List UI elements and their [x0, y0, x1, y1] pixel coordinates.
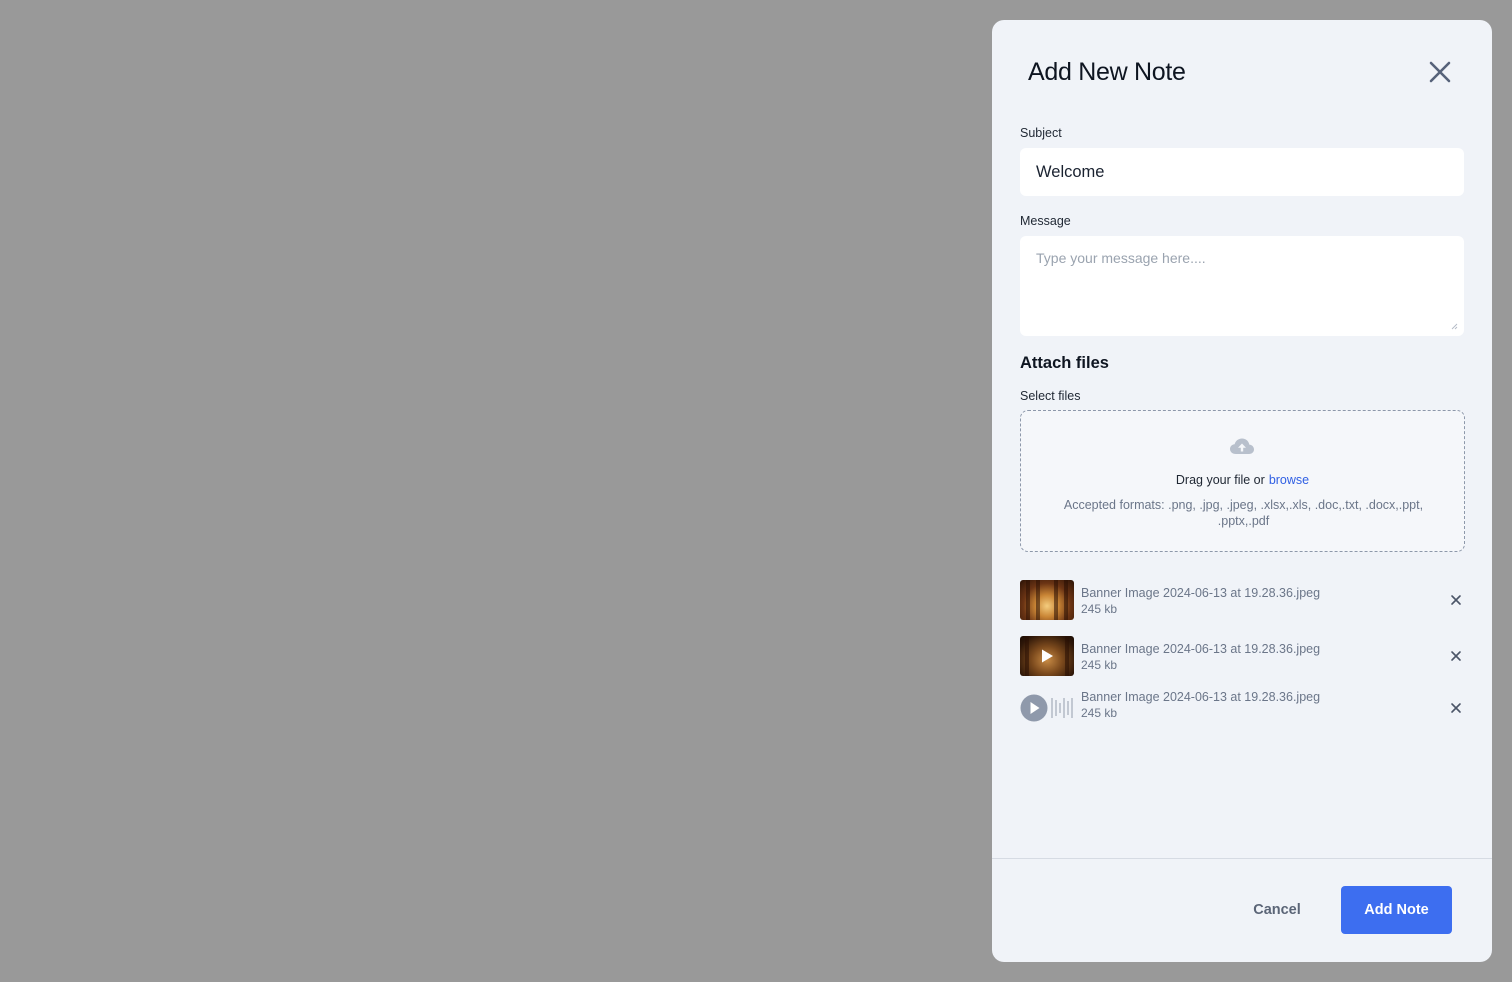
file-item: Banner Image 2024-06-13 at 19.28.36.jpeg…: [1020, 688, 1466, 730]
resize-grip-icon[interactable]: [1450, 322, 1458, 330]
video-thumbnail: [1020, 636, 1074, 676]
file-dropzone[interactable]: Drag your file or browse Accepted formats…: [1020, 410, 1465, 552]
file-name: Banner Image 2024-06-13 at 19.28.36.jpeg: [1081, 690, 1321, 704]
subject-value: Welcome: [1036, 162, 1105, 181]
subject-input[interactable]: Welcome: [1020, 148, 1464, 196]
subject-label: Subject: [1020, 126, 1062, 140]
remove-file-icon[interactable]: [1450, 650, 1462, 662]
file-size: 245 kb: [1081, 602, 1118, 616]
dialog-title: Add New Note: [1028, 58, 1186, 86]
attach-files-heading: Attach files: [1020, 354, 1109, 372]
drag-text: Drag your file or: [1175, 473, 1265, 487]
footer-divider: [992, 858, 1492, 859]
remove-file-icon[interactable]: [1450, 594, 1462, 606]
add-note-drawer: Add New Note Subject Welcome Message Typ…: [992, 20, 1492, 962]
drag-text-line: Drag your file or browse: [1021, 473, 1464, 487]
message-textarea[interactable]: Type your message here....: [1020, 236, 1464, 336]
cancel-button[interactable]: Cancel: [1240, 886, 1314, 934]
play-icon[interactable]: [1040, 648, 1054, 664]
file-name: Banner Image 2024-06-13 at 19.28.36.jpeg: [1081, 586, 1321, 600]
audio-waveform-icon: [1020, 694, 1073, 722]
add-note-button[interactable]: Add Note: [1341, 886, 1452, 934]
message-label: Message: [1020, 214, 1071, 228]
browse-link[interactable]: browse: [1269, 473, 1309, 487]
select-files-label: Select files: [1020, 389, 1081, 403]
file-size: 245 kb: [1081, 706, 1118, 720]
file-item: Banner Image 2024-06-13 at 19.28.36.jpeg…: [1020, 636, 1466, 678]
close-icon[interactable]: [1427, 59, 1453, 85]
cloud-upload-icon: [1230, 438, 1254, 454]
file-size: 245 kb: [1081, 658, 1118, 672]
file-name: Banner Image 2024-06-13 at 19.28.36.jpeg: [1081, 642, 1321, 656]
message-placeholder: Type your message here....: [1036, 250, 1206, 266]
accepted-formats: Accepted formats: .png, .jpg, .jpeg, .xl…: [1063, 498, 1424, 528]
remove-file-icon[interactable]: [1450, 702, 1462, 714]
file-item: Banner Image 2024-06-13 at 19.28.36.jpeg…: [1020, 580, 1466, 622]
file-thumbnail: [1020, 580, 1074, 620]
